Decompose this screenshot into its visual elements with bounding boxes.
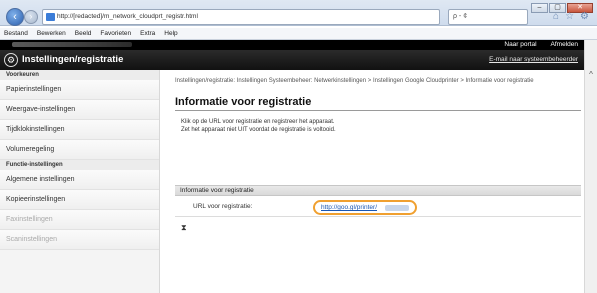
sidebar-item-paper[interactable]: Papierinstellingen	[0, 80, 159, 100]
search-box[interactable]: ρ - ¢	[448, 9, 528, 25]
back-button[interactable]: ‹	[6, 8, 24, 26]
address-bar[interactable]: http://[redacted]/m_network_cloudprt_reg…	[42, 9, 440, 25]
menu-view[interactable]: Beeld	[75, 28, 92, 39]
menu-help[interactable]: Help	[164, 28, 177, 39]
sidebar-section-functions: Functie-instellingen	[0, 160, 159, 170]
page-title: Informatie voor registratie	[175, 96, 312, 108]
app-header: ⚙ Instellingen/registratie E-mail naar s…	[0, 50, 584, 70]
menu-favorites[interactable]: Favorieten	[100, 28, 131, 39]
description-line-2: Zet het apparaat niet UIT voordat de reg…	[181, 127, 336, 133]
gear-icon[interactable]: ⚙	[580, 11, 589, 22]
sidebar-item-scan[interactable]: Scaninstellingen	[0, 230, 159, 250]
top-links: Naar portal Afmelden	[504, 40, 578, 50]
registration-url-link[interactable]: http://goo.gl/printer/	[321, 204, 377, 211]
address-text: http://[redacted]/m_network_cloudprt_reg…	[57, 13, 198, 20]
settings-logo-icon: ⚙	[4, 53, 18, 67]
device-info-redacted	[12, 42, 132, 47]
main-content: Instellingen/registratie: Instellingen S…	[160, 70, 584, 293]
hourglass-icon: ⧗	[181, 223, 187, 232]
app-title: Instellingen/registratie	[22, 54, 124, 65]
email-admin-link[interactable]: E-mail naar systeembeheerder	[489, 56, 578, 63]
section-header: Informatie voor registratie	[175, 185, 581, 196]
forward-button[interactable]: ›	[24, 10, 38, 24]
sidebar-item-volume[interactable]: Volumeregeling	[0, 140, 159, 160]
browser-navbar: ‹ › http://[redacted]/m_network_cloudprt…	[0, 6, 597, 28]
star-icon[interactable]: ☆	[565, 11, 574, 22]
home-icon[interactable]: ⌂	[553, 11, 559, 22]
description: Klik op de URL voor registratie en regis…	[181, 118, 336, 134]
sidebar-section-preferences: Voorkeuren	[0, 70, 159, 80]
toolbar-icons: ⌂ ☆ ⚙	[553, 11, 589, 22]
portal-link[interactable]: Naar portal	[504, 40, 536, 50]
sidebar-item-copy[interactable]: Kopieerinstellingen	[0, 190, 159, 210]
registration-url-label: URL voor registratie:	[193, 203, 253, 210]
registration-url-highlight: http://goo.gl/printer/	[313, 200, 417, 215]
scroll-up-icon[interactable]: ^	[585, 70, 597, 80]
registration-url-row: URL voor registratie: http://goo.gl/prin…	[175, 198, 581, 217]
page-icon	[46, 13, 55, 21]
sidebar-item-timer[interactable]: Tijdklokinstellingen	[0, 120, 159, 140]
logout-link[interactable]: Afmelden	[551, 40, 578, 50]
url-redacted-part	[385, 205, 409, 211]
title-divider	[175, 110, 581, 111]
breadcrumb: Instellingen/registratie: Instellingen S…	[175, 78, 534, 84]
sidebar-item-fax[interactable]: Faxinstellingen	[0, 210, 159, 230]
page-scrollbar[interactable]: ^	[584, 40, 597, 293]
app-topbar: Naar portal Afmelden	[0, 40, 584, 50]
sidebar-item-common[interactable]: Algemene instellingen	[0, 170, 159, 190]
description-line-1: Klik op de URL voor registratie en regis…	[181, 119, 335, 125]
sidebar: Voorkeuren Papierinstellingen Weergave-i…	[0, 70, 160, 293]
menu-edit[interactable]: Bewerken	[37, 28, 66, 39]
menu-file[interactable]: Bestand	[4, 28, 28, 39]
menu-bar: Bestand Bewerken Beeld Favorieten Extra …	[0, 28, 597, 40]
menu-tools[interactable]: Extra	[140, 28, 155, 39]
sidebar-item-display[interactable]: Weergave-instellingen	[0, 100, 159, 120]
